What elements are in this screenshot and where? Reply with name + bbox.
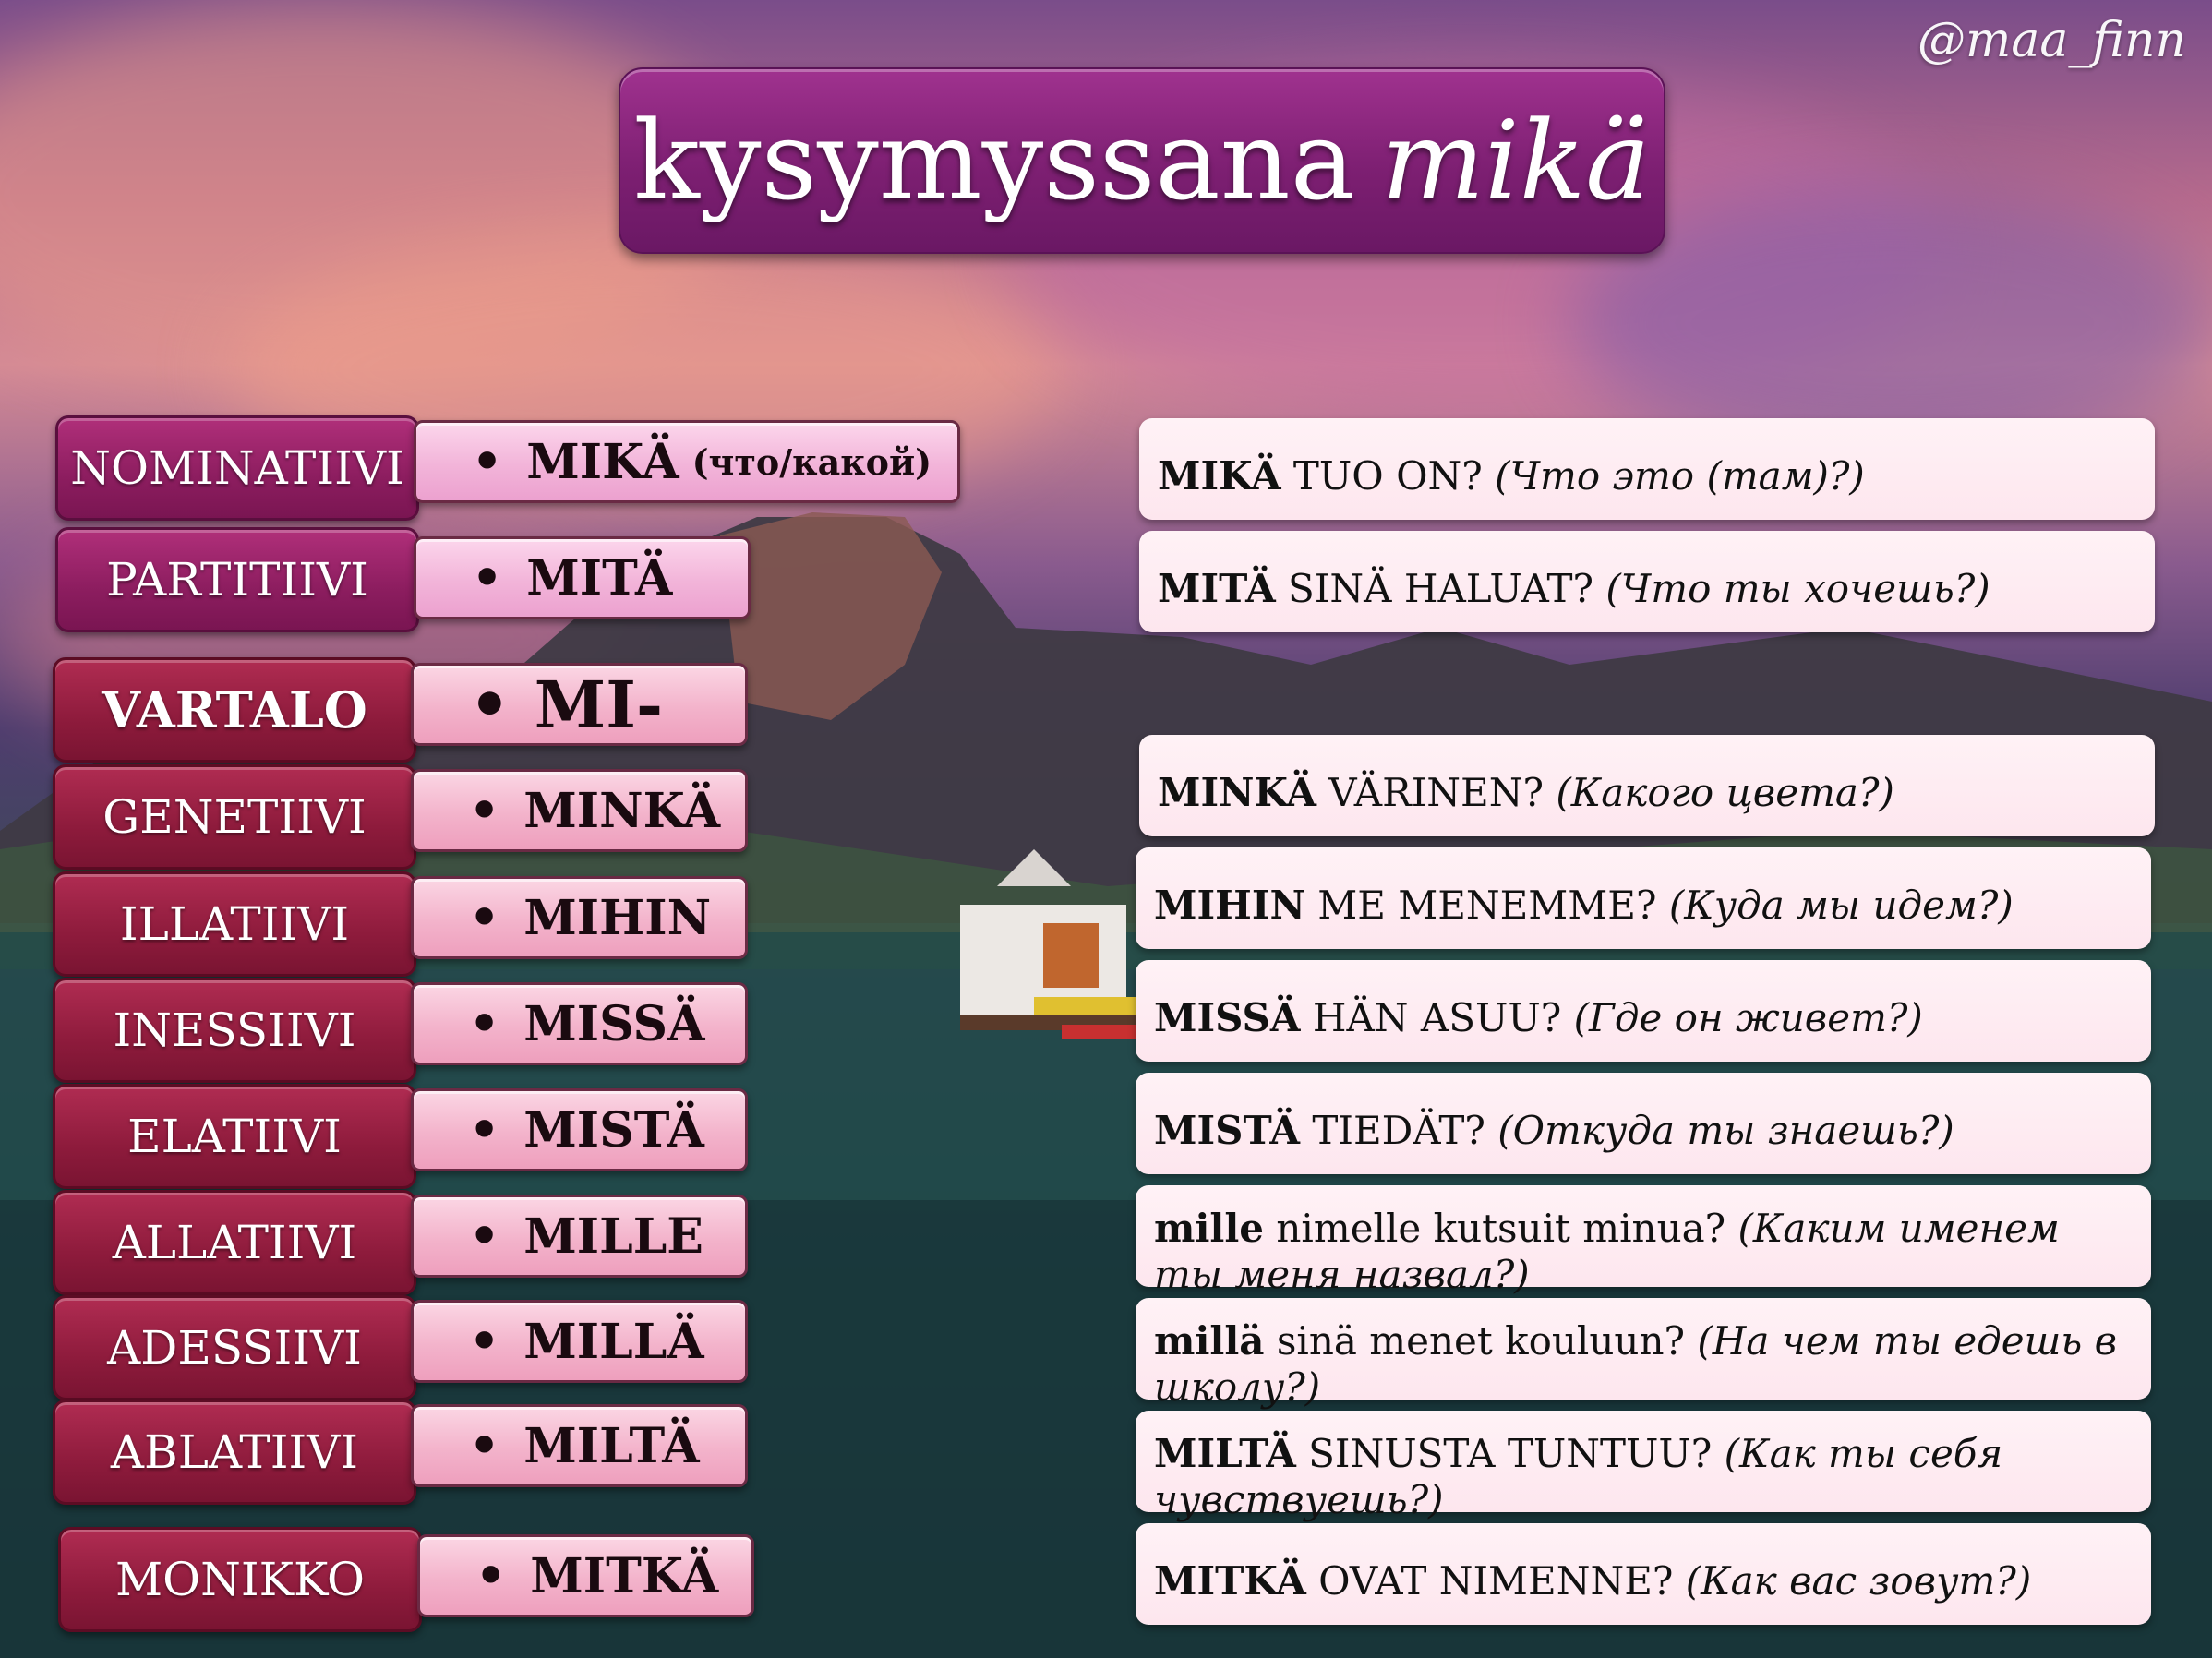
example-rest: VÄRINEN? <box>1316 769 1557 815</box>
case-label-genetiivi: GENETIIVI <box>53 764 416 870</box>
example-rest: SINUSTA TUNTUU? <box>1295 1431 1725 1476</box>
form-text: MITKÄ <box>530 1547 719 1604</box>
example-question-word: MINKÄ <box>1158 769 1316 815</box>
bullet-icon: • <box>475 1547 507 1604</box>
case-label-partitiivi: PARTITIIVI <box>55 527 419 632</box>
watermark: @maa_finn <box>1917 13 2186 68</box>
example-question-word: MIKÄ <box>1158 452 1281 499</box>
form-text: MILLÄ <box>523 1313 704 1370</box>
bullet-icon: • <box>472 433 503 490</box>
example-translation: (Как вас зовут?) <box>1685 1557 2032 1604</box>
example-question-word: millä <box>1154 1318 1265 1364</box>
form-mi: • MI- <box>411 663 748 746</box>
case-label-vartalo: VARTALO <box>53 657 416 763</box>
form-milta: • MILTÄ <box>411 1404 748 1487</box>
example-rest: OVAT NIMENNE? <box>1305 1557 1686 1604</box>
case-label-text: ILLATIIVI <box>119 897 350 951</box>
bullet-icon: • <box>469 782 500 839</box>
form-mita: • MITÄ <box>414 536 751 619</box>
example-translation: (Откуда ты знаешь?) <box>1497 1107 1954 1153</box>
case-label-text: MONIKKO <box>114 1553 366 1606</box>
case-label-text: INESSIIVI <box>113 1003 356 1057</box>
case-label-text: VARTALO <box>102 680 367 739</box>
form-text: MI- <box>534 666 664 743</box>
example-translation: (Какого цвета?) <box>1556 769 1894 815</box>
example-question-word: MITKÄ <box>1154 1557 1306 1604</box>
example-translation: (Где он живет?) <box>1573 994 1923 1040</box>
example-question-word: MILTÄ <box>1154 1431 1296 1476</box>
bullet-icon: • <box>469 889 500 946</box>
example-mista: MISTÄ TIEDÄT? (Откуда ты знаешь?) <box>1136 1073 2151 1174</box>
example-translation: (Что это (там)?) <box>1495 452 1865 499</box>
page-title: kysymyssana mikä <box>619 67 1665 254</box>
form-mika: • MIKÄ (что/какой) <box>414 420 960 503</box>
bullet-icon: • <box>469 1207 500 1265</box>
case-label-text: ABLATIIVI <box>110 1425 359 1479</box>
bullet-icon: • <box>469 995 500 1052</box>
example-mika: MIKÄ TUO ON? (Что это (там)?) <box>1139 418 2155 520</box>
example-question-word: MISTÄ <box>1154 1107 1301 1153</box>
title-italic: mikä <box>1381 97 1651 224</box>
example-mita: MITÄ SINÄ HALUAT? (Что ты хочешь?) <box>1139 531 2155 632</box>
case-label-adessiivi: ADESSIIVI <box>53 1295 416 1400</box>
case-label-text: NOMINATIIVI <box>70 441 404 495</box>
case-label-elatiivi: ELATIIVI <box>53 1084 416 1189</box>
example-translation: (Что ты хочешь?) <box>1605 565 1990 611</box>
case-label-text: ELATIIVI <box>127 1110 342 1163</box>
case-label-text: GENETIIVI <box>102 790 367 844</box>
form-text: MISTÄ <box>523 1101 704 1159</box>
form-text: MISSÄ <box>523 995 705 1052</box>
form-mista: • MISTÄ <box>411 1088 748 1171</box>
form-mille: • MILLE <box>411 1195 748 1278</box>
form-text: MILTÄ <box>523 1417 700 1474</box>
bullet-icon: • <box>469 1417 500 1474</box>
example-translation: (Куда мы идем?) <box>1668 882 2014 928</box>
example-mille: mille nimelle kutsuit minua? (Каким имен… <box>1136 1185 2151 1297</box>
example-rest: nimelle kutsuit minua? <box>1264 1206 1738 1251</box>
bullet-icon: • <box>469 1101 500 1159</box>
example-question-word: MISSÄ <box>1154 994 1301 1040</box>
form-text: MITÄ <box>526 549 673 607</box>
example-rest: TUO ON? <box>1280 452 1496 499</box>
example-question-word: mille <box>1154 1206 1265 1251</box>
case-label-nominatiivi: NOMINATIIVI <box>55 415 419 521</box>
bullet-icon: • <box>469 666 511 743</box>
example-rest: TIEDÄT? <box>1300 1107 1498 1153</box>
example-milta: MILTÄ SINUSTA TUNTUU? (Как ты себя чувст… <box>1136 1411 2151 1522</box>
example-question-word: MIHIN <box>1154 882 1305 928</box>
case-label-illatiivi: ILLATIIVI <box>53 871 416 977</box>
title-main: kysymyssana <box>633 97 1356 224</box>
case-label-ablatiivi: ABLATIIVI <box>53 1400 416 1505</box>
form-missa: • MISSÄ <box>411 982 748 1065</box>
form-text: MIHIN <box>523 889 712 946</box>
form-mitka: • MITKÄ <box>417 1534 754 1617</box>
form-mihin: • MIHIN <box>411 876 748 959</box>
form-text: MILLE <box>523 1207 703 1265</box>
bullet-icon: • <box>472 549 503 607</box>
example-rest: ME MENEMME? <box>1304 882 1669 928</box>
example-milla: millä sinä menet kouluun? (На чем ты еде… <box>1136 1298 2151 1410</box>
example-missa: MISSÄ HÄN ASUU? (Где он живет?) <box>1136 960 2151 1062</box>
example-minka: MINKÄ VÄRINEN? (Какого цвета?) <box>1139 735 2155 836</box>
case-label-text: PARTITIIVI <box>106 553 368 607</box>
example-mihin: MIHIN ME MENEMME? (Куда мы идем?) <box>1136 847 2151 949</box>
case-label-inessiivi: INESSIIVI <box>53 978 416 1083</box>
example-rest: SINÄ HALUAT? <box>1275 565 1606 611</box>
bullet-icon: • <box>469 1313 500 1370</box>
form-minka: • MINKÄ <box>411 769 748 852</box>
case-label-text: ADESSIIVI <box>107 1321 362 1375</box>
case-label-allatiivi: ALLATIIVI <box>53 1190 416 1295</box>
form-text: MIKÄ <box>526 433 679 490</box>
example-mitka: MITKÄ OVAT NIMENNE? (Как вас зовут?) <box>1136 1523 2151 1625</box>
example-rest: HÄN ASUU? <box>1300 994 1574 1040</box>
case-label-monikko: MONIKKO <box>58 1527 422 1632</box>
case-label-text: ALLATIIVI <box>112 1216 357 1269</box>
form-text: MINKÄ <box>523 782 721 839</box>
form-milla: • MILLÄ <box>411 1300 748 1383</box>
example-rest: sinä menet kouluun? <box>1264 1318 1698 1364</box>
example-question-word: MITÄ <box>1158 565 1276 611</box>
form-note: (что/какой) <box>691 440 932 483</box>
